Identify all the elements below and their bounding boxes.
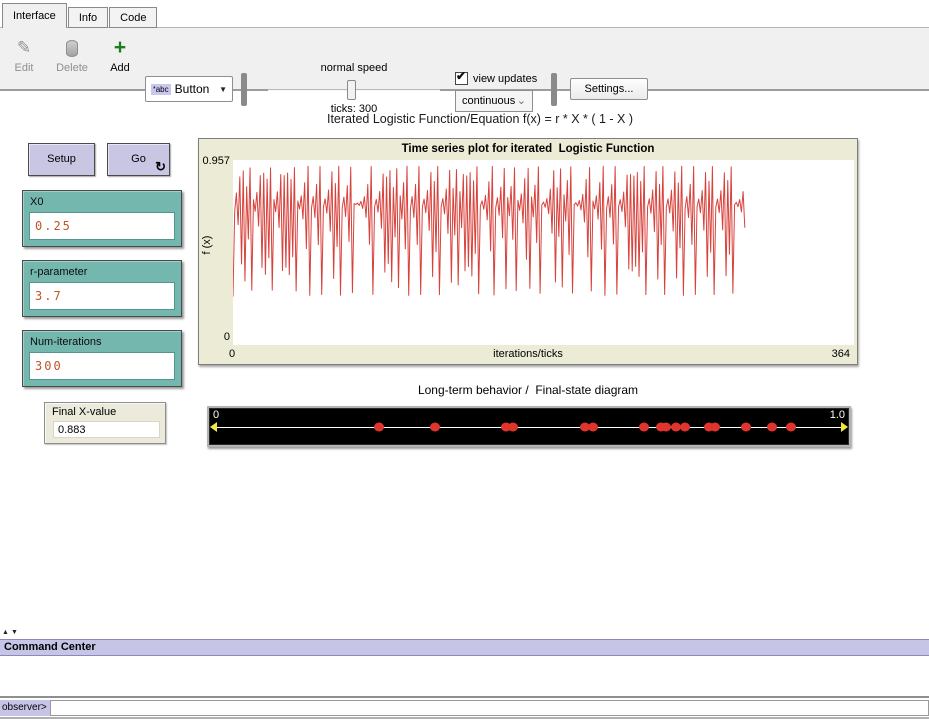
time-series-plot: Time series plot for iterated Logistic F…	[198, 138, 858, 365]
x-axis-max-tick: 364	[832, 348, 850, 360]
state-dot	[741, 422, 751, 431]
right-arrowhead-icon	[841, 422, 848, 432]
command-center-resize-arrows[interactable]: ▲▼	[2, 629, 20, 636]
state-dot	[430, 422, 440, 431]
state-dot	[374, 422, 384, 431]
edit-button-label: Edit	[15, 62, 34, 74]
y-axis-label: f (x)	[201, 225, 213, 265]
forever-icon: ↻	[155, 159, 166, 175]
r-parameter-field[interactable]	[30, 283, 174, 309]
speed-slider-thumb[interactable]	[347, 80, 356, 100]
widget-type-value: Button	[175, 82, 210, 96]
widget-type-dropdown[interactable]: *abc Button ▼	[145, 76, 233, 102]
go-button[interactable]: Go ↻	[107, 143, 170, 176]
monitor-label: Final X-value	[45, 403, 165, 418]
input-label: r-parameter	[23, 261, 181, 278]
delete-icon	[66, 40, 78, 57]
state-dot	[588, 422, 598, 431]
input-widget-x0: X0	[22, 190, 182, 247]
observer-prompt: observer>	[0, 700, 50, 716]
tab-bar: Interface Info Code	[2, 3, 158, 28]
setup-button[interactable]: Setup	[28, 143, 95, 176]
netlogo-window: Interface Info Code ✎ Edit Delete + Add …	[0, 0, 929, 719]
toolbar-separator	[241, 73, 247, 106]
final-state-diagram: 0 1.0	[207, 406, 851, 447]
view-updates-label: view updates	[473, 73, 537, 85]
edit-button[interactable]: ✎ Edit	[4, 37, 44, 74]
model-note: Iterated Logistic Function/Equation f(x)…	[150, 112, 810, 126]
toolbar: ✎ Edit Delete + Add *abc Button ▼ normal…	[0, 27, 929, 91]
add-button-label: Add	[110, 62, 130, 74]
command-input[interactable]	[50, 700, 929, 716]
monitor-value: 0.883	[53, 421, 160, 438]
tab-info[interactable]: Info	[68, 7, 108, 28]
input-widget-r-parameter: r-parameter	[22, 260, 182, 317]
tab-code[interactable]: Code	[109, 7, 157, 28]
input-widget-num-iterations: Num-iterations	[22, 330, 182, 387]
view-updates-checkbox[interactable]: ✔	[455, 72, 468, 85]
settings-button[interactable]: Settings...	[570, 78, 648, 100]
plot-canvas	[233, 160, 854, 345]
setup-button-label: Setup	[29, 153, 94, 165]
speed-slider-label: normal speed	[268, 62, 440, 74]
delete-button-label: Delete	[56, 62, 88, 74]
dropdown-arrow-icon: ▼	[219, 85, 227, 94]
chevron-down-icon: ⌄	[517, 97, 526, 105]
state-dot	[786, 422, 796, 431]
x-axis-label: iterations/ticks	[199, 348, 857, 360]
state-dots-layer	[213, 408, 841, 445]
time-series-line	[233, 160, 854, 345]
tab-interface[interactable]: Interface	[2, 3, 67, 28]
delete-button[interactable]: Delete	[52, 37, 92, 74]
state-dot	[680, 422, 690, 431]
collapse-down-icon: ▼	[11, 629, 20, 636]
collapse-up-icon: ▲	[2, 629, 11, 636]
num-iterations-field[interactable]	[30, 353, 174, 379]
update-mode-dropdown[interactable]: continuous ⌄	[455, 90, 533, 112]
plus-icon: +	[114, 40, 126, 56]
x0-field[interactable]	[30, 213, 174, 239]
command-center-header: Command Center	[0, 639, 929, 656]
command-prompt-row: observer>	[0, 700, 929, 716]
y-axis-min-tick: 0	[199, 331, 230, 343]
input-label: Num-iterations	[23, 331, 181, 348]
plot-title: Time series plot for iterated Logistic F…	[199, 143, 857, 155]
check-icon: ✔	[456, 69, 466, 83]
state-dot	[639, 422, 649, 431]
toolbar-separator	[551, 73, 557, 106]
state-dot	[767, 422, 777, 431]
state-dot	[710, 422, 720, 431]
final-state-title: Long-term behavior / Final-state diagram	[198, 383, 858, 397]
command-center-output[interactable]	[0, 656, 929, 698]
add-widget-button[interactable]: + Add	[100, 37, 140, 74]
y-axis-max-tick: 0.957	[199, 155, 230, 167]
update-mode-value: continuous	[462, 95, 515, 107]
input-label: X0	[23, 191, 181, 208]
pencil-icon: ✎	[17, 38, 31, 58]
final-x-monitor: Final X-value 0.883	[44, 402, 166, 444]
state-dot	[508, 422, 518, 431]
widget-type-icon: *abc	[151, 84, 171, 95]
